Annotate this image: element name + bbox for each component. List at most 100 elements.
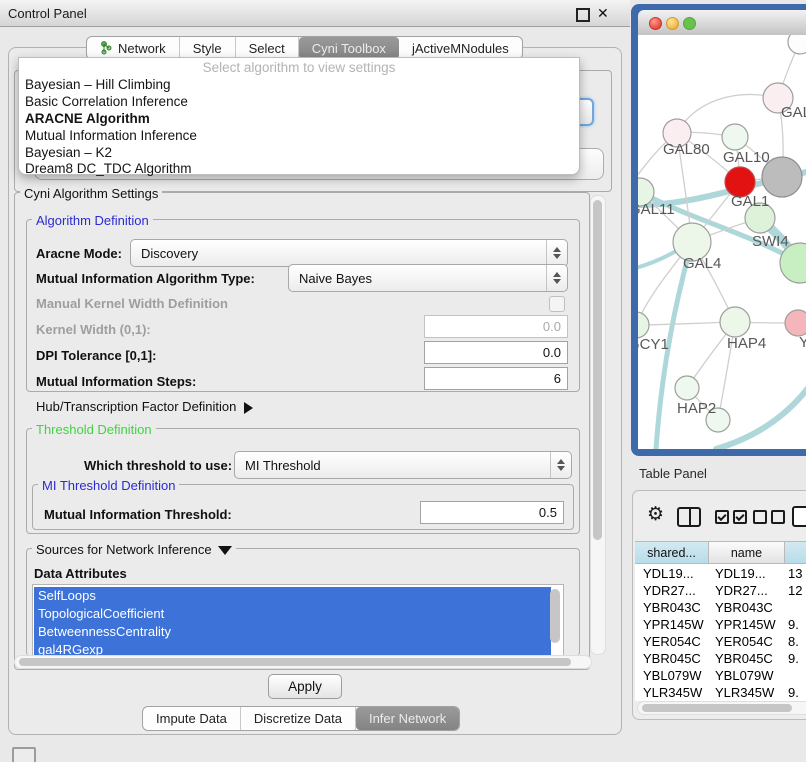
algorithm-option-selected[interactable]: ARACNE Algorithm xyxy=(25,111,150,126)
tab-network[interactable]: Network xyxy=(87,37,180,59)
cell[interactable]: YLR345W xyxy=(715,685,774,700)
algorithm-dropdown-placeholder: Select algorithm to view settings xyxy=(19,60,579,75)
manual-kernel-checkbox[interactable] xyxy=(549,296,565,312)
cell[interactable]: 13 xyxy=(788,566,802,581)
tab-style[interactable]: Style xyxy=(180,37,236,59)
minimize-traffic-light-icon[interactable] xyxy=(666,17,679,30)
algorithm-dropdown-popup: Select algorithm to view settings Bayesi… xyxy=(18,57,580,175)
cell[interactable]: YBR045C xyxy=(643,651,701,666)
attribute-item[interactable]: TopologicalCoefficient xyxy=(34,605,551,623)
cell[interactable]: 9. xyxy=(788,617,799,632)
column-header-name[interactable]: name xyxy=(709,541,785,564)
mi-steps-field[interactable]: 6 xyxy=(424,367,568,390)
mi-steps-label: Mutual Information Steps: xyxy=(36,374,196,389)
node-label: GAL10 xyxy=(723,149,770,166)
table-hscrollbar-track[interactable] xyxy=(637,701,806,715)
cell[interactable]: YPR145W xyxy=(643,617,704,632)
tab-discretize-data[interactable]: Discretize Data xyxy=(241,707,356,730)
dpi-tolerance-field[interactable]: 0.0 xyxy=(424,341,568,364)
cell[interactable]: YER054C xyxy=(715,634,773,649)
expanded-arrow-icon xyxy=(218,546,232,555)
node-label: SWI4 xyxy=(752,233,789,250)
cell[interactable]: YDR27... xyxy=(643,583,696,598)
node-label: GAL80 xyxy=(663,141,710,158)
settings-hscrollbar-track[interactable] xyxy=(14,655,592,669)
apply-button[interactable]: Apply xyxy=(268,674,342,699)
settings-hscrollbar-thumb[interactable] xyxy=(19,658,571,666)
checked-pair-icon[interactable] xyxy=(715,510,747,529)
node-gcy1[interactable] xyxy=(638,312,649,338)
cell[interactable]: YBR043C xyxy=(715,600,773,615)
cell[interactable]: 9. xyxy=(788,651,799,666)
tab-jactivemnodules[interactable]: jActiveMNodules xyxy=(399,37,522,59)
table-hscrollbar-thumb[interactable] xyxy=(642,704,792,712)
partial-icon[interactable] xyxy=(792,506,806,527)
gear-icon[interactable]: ⚙ xyxy=(647,505,664,524)
threshold-definition-title: Threshold Definition xyxy=(32,422,156,437)
cell[interactable]: YBR043C xyxy=(643,600,701,615)
collapsed-panel-icon[interactable] xyxy=(12,747,36,762)
float-window-icon[interactable] xyxy=(576,8,590,22)
node-table[interactable]: shared... name YDL19... YDL19... 13 YDR2… xyxy=(635,541,806,701)
control-panel-titlebar: Control Panel ✕ xyxy=(0,0,630,27)
tab-cyni-toolbox[interactable]: Cyni Toolbox xyxy=(299,37,399,59)
data-attributes-label: Data Attributes xyxy=(34,566,127,581)
which-threshold-combo[interactable]: MI Threshold xyxy=(234,451,572,479)
column-header-shared[interactable]: shared... xyxy=(635,541,709,564)
cell[interactable]: YLR345W xyxy=(643,685,702,700)
cell[interactable]: YBR045C xyxy=(715,651,773,666)
data-attributes-list[interactable]: SelfLoops TopologicalCoefficient Between… xyxy=(32,584,564,656)
cell[interactable]: YBL079W xyxy=(643,668,702,683)
node-unlabeled[interactable] xyxy=(788,35,806,54)
tab-infer-network[interactable]: Infer Network xyxy=(356,707,459,730)
mi-threshold-group-title: MI Threshold Definition xyxy=(38,478,179,493)
mi-type-combo[interactable]: Naive Bayes xyxy=(288,264,568,292)
column-header-cut[interactable] xyxy=(785,541,806,564)
attribute-item[interactable]: SelfLoops xyxy=(34,587,551,605)
algorithm-option[interactable]: Mutual Information Inference xyxy=(25,128,197,143)
sources-expander[interactable]: Sources for Network Inference xyxy=(32,542,236,557)
node-pink[interactable] xyxy=(785,310,806,336)
combo-arrows-icon xyxy=(546,240,567,266)
attribute-item[interactable]: BetweennessCentrality xyxy=(34,623,551,641)
network-canvas[interactable]: GAL7 GAL80 GAL10 GAL1 GAL11 SWI4 GAL4 GC… xyxy=(638,35,806,449)
settings-vscrollbar-track[interactable] xyxy=(590,195,606,655)
cell[interactable]: YPR145W xyxy=(715,617,776,632)
node-gal10[interactable] xyxy=(722,124,748,150)
table-panel-title: Table Panel xyxy=(639,466,707,481)
algorithm-option[interactable]: Bayesian – K2 xyxy=(25,145,112,160)
cyni-settings-title: Cyni Algorithm Settings xyxy=(20,186,162,201)
mi-type-label: Mutual Information Algorithm Type: xyxy=(36,271,255,286)
cell[interactable]: 8. xyxy=(788,634,799,649)
cell[interactable]: YBL079W xyxy=(715,668,774,683)
aracne-mode-combo[interactable]: Discovery xyxy=(130,239,568,267)
cell[interactable]: YER054C xyxy=(643,634,701,649)
cell[interactable]: YDR27... xyxy=(715,583,768,598)
table-panel-card: ⚙ shared... name YDL19... YDL19... 13 YD… xyxy=(632,490,806,720)
algorithm-option[interactable]: Basic Correlation Inference xyxy=(25,94,188,109)
attribute-item[interactable]: gal4RGexp xyxy=(34,641,551,656)
cell[interactable]: YDL19... xyxy=(715,566,766,581)
cell[interactable]: 9. xyxy=(788,685,799,700)
tab-select[interactable]: Select xyxy=(236,37,299,59)
close-traffic-light-icon[interactable] xyxy=(649,17,662,30)
algorithm-option[interactable]: Dream8 DC_TDC Algorithm xyxy=(25,161,192,176)
tab-impute-data[interactable]: Impute Data xyxy=(143,707,241,730)
dpi-tolerance-label: DPI Tolerance [0,1]: xyxy=(36,348,156,363)
cell[interactable]: YDL19... xyxy=(643,566,694,581)
network-window-titlebar xyxy=(638,10,806,36)
kernel-width-field[interactable]: 0.0 xyxy=(424,315,568,338)
node-hap4[interactable] xyxy=(720,307,750,337)
mi-threshold-field[interactable]: 0.5 xyxy=(420,501,564,524)
split-columns-icon[interactable] xyxy=(677,507,701,527)
cell[interactable]: 12 xyxy=(788,583,802,598)
network-icon xyxy=(100,41,113,55)
node-hap2[interactable] xyxy=(675,376,699,400)
zoom-traffic-light-icon[interactable] xyxy=(683,17,696,30)
algorithm-option[interactable]: Bayesian – Hill Climbing xyxy=(25,77,171,92)
unchecked-pair-icon[interactable] xyxy=(753,510,785,529)
close-icon[interactable]: ✕ xyxy=(597,5,609,22)
list-scrollbar-thumb[interactable] xyxy=(550,589,560,643)
hub-definition-expander[interactable]: Hub/Transcription Factor Definition xyxy=(36,399,253,414)
settings-vscrollbar-thumb[interactable] xyxy=(593,200,602,540)
